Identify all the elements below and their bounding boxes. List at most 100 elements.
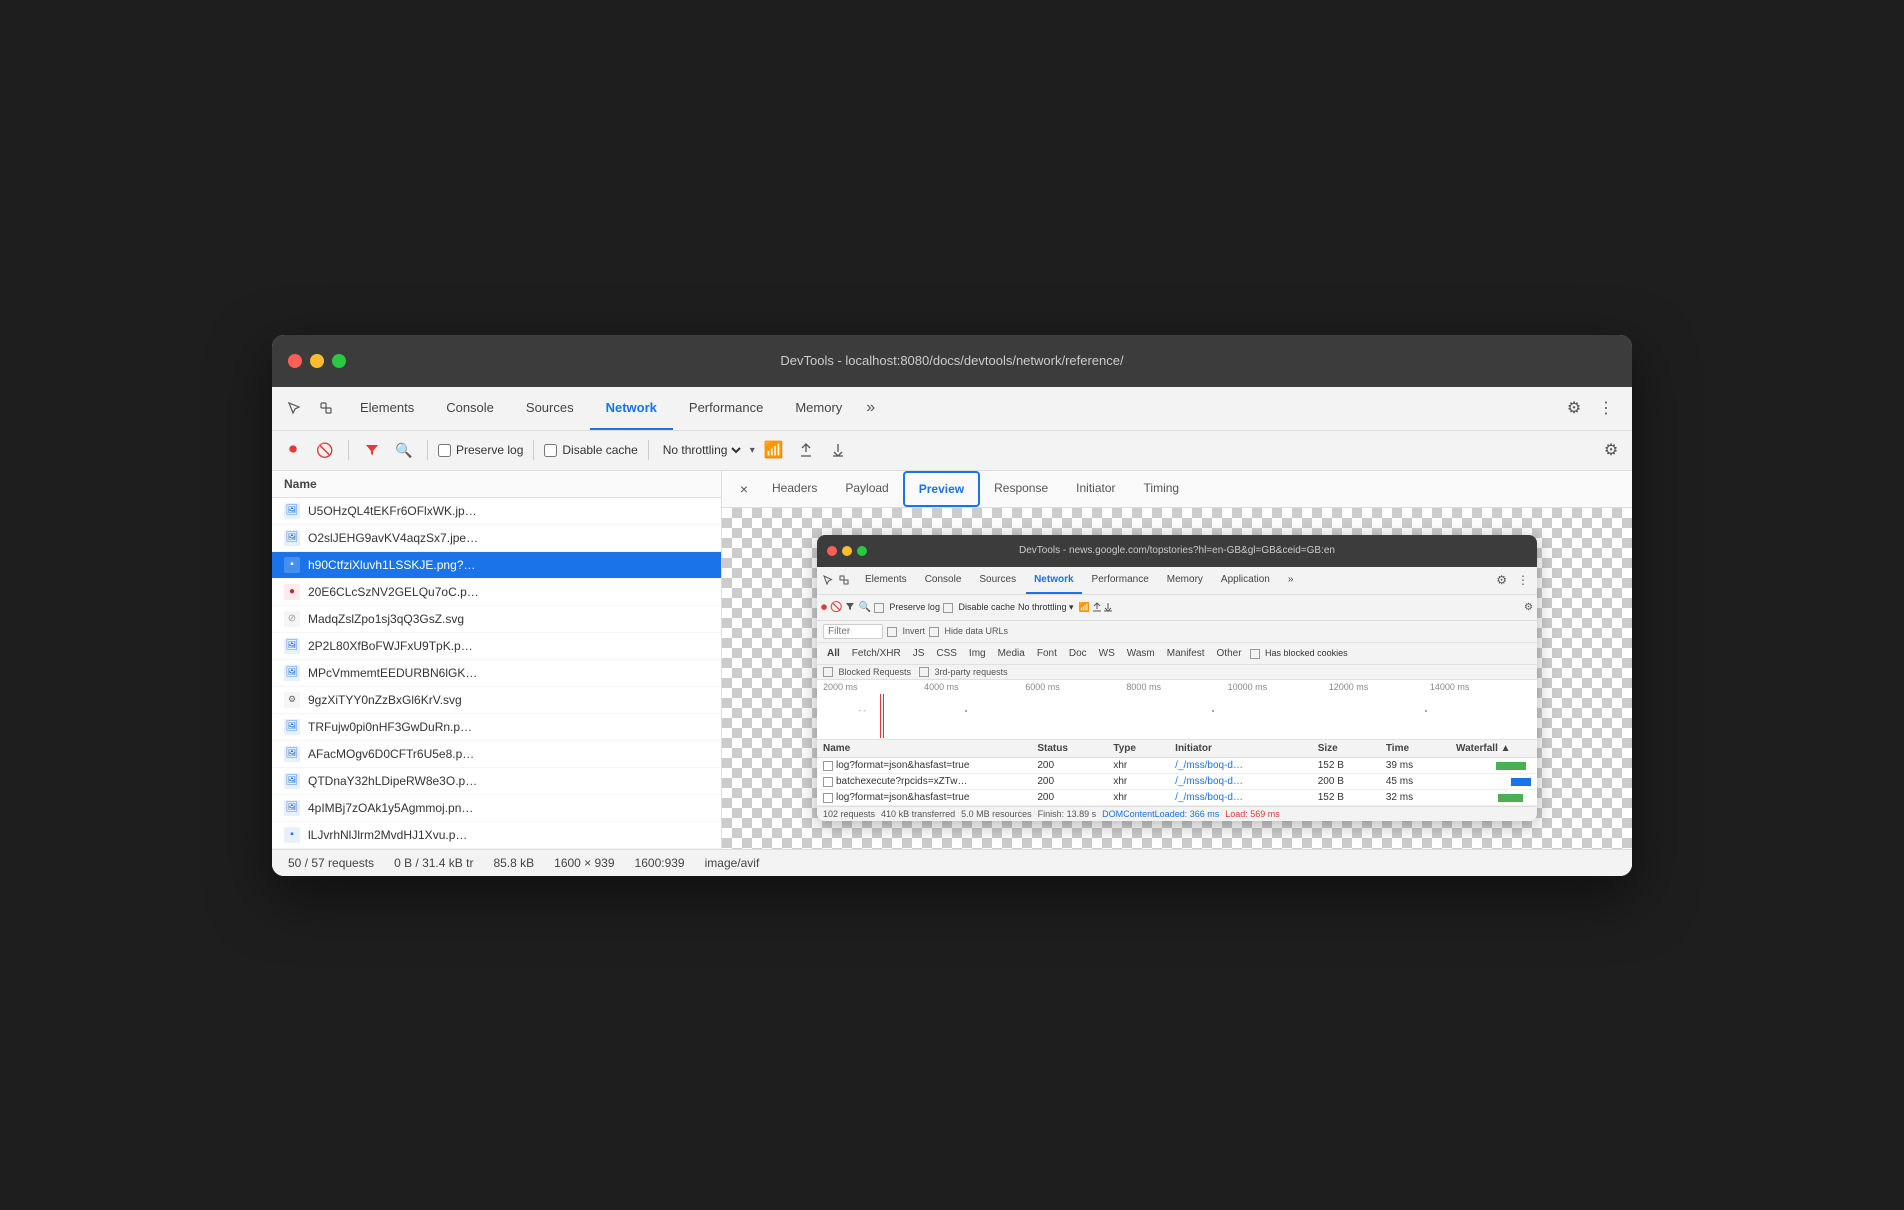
file-type-icon: 🖼 xyxy=(284,719,300,735)
inner-dot-marker xyxy=(965,710,967,712)
tab-preview[interactable]: Preview xyxy=(903,471,980,507)
tab-memory[interactable]: Memory xyxy=(779,386,858,430)
record-button[interactable]: ⏺ xyxy=(280,437,306,463)
toolbar-divider-1 xyxy=(348,440,349,460)
tab-console[interactable]: Console xyxy=(430,386,510,430)
inner-wifi-icon: 📶 xyxy=(1079,602,1090,613)
tab-timing[interactable]: Timing xyxy=(1130,471,1194,507)
inner-close-button xyxy=(827,546,837,556)
throttle-arrow: ▾ xyxy=(750,445,755,456)
preview-close-button[interactable]: × xyxy=(730,471,758,507)
more-options-icon[interactable]: ⋮ xyxy=(1592,394,1620,422)
list-item[interactable]: 🖼 O2slJEHG9avKV4aqzSx7.jpe… xyxy=(272,525,721,552)
search-icon[interactable]: 🔍 xyxy=(391,437,417,463)
list-item-selected[interactable]: ▪ h90CtfziXluvh1LSSKJE.png?… xyxy=(272,552,721,579)
inner-settings-icon: ⚙ xyxy=(1492,573,1511,587)
file-type-icon: ⊘ xyxy=(284,611,300,627)
tab-initiator[interactable]: Initiator xyxy=(1062,471,1129,507)
maximize-button[interactable] xyxy=(332,354,346,368)
inner-traffic-lights xyxy=(827,546,867,556)
inner-throttle-label: No throttling ▾ xyxy=(1018,602,1074,613)
inner-timeline: 2000 ms 4000 ms 6000 ms 8000 ms 10000 ms… xyxy=(817,680,1537,740)
more-tabs-button[interactable]: » xyxy=(858,399,883,417)
list-item[interactable]: 🖼 2P2L80XfBoFWJFxU9TpK.p… xyxy=(272,633,721,660)
inspect-icon[interactable] xyxy=(312,394,340,422)
inner-maximize-button xyxy=(857,546,867,556)
list-item[interactable]: ● 20E6CLcSzNV2GELQu7oC.p… xyxy=(272,579,721,606)
inner-tl-2000: 2000 ms xyxy=(823,682,924,692)
inner-tl-6000: 6000 ms xyxy=(1025,682,1126,692)
list-item[interactable]: ▪ lLJvrhNlJlrm2MvdHJ1Xvu.p… xyxy=(272,822,721,849)
tab-network[interactable]: Network xyxy=(590,386,673,430)
list-item[interactable]: 🖼 TRFujw0pi0nHF3GwDuRn.p… xyxy=(272,714,721,741)
inner-tab-memory: Memory xyxy=(1159,566,1211,594)
inner-type-other: Other xyxy=(1213,645,1246,661)
inner-window-title: DevTools - news.google.com/topstories?hl… xyxy=(1019,545,1335,556)
inner-cursor-icon xyxy=(821,573,835,587)
tab-elements[interactable]: Elements xyxy=(344,386,430,430)
tab-performance[interactable]: Performance xyxy=(673,386,779,430)
preserve-log-input[interactable] xyxy=(438,444,451,457)
settings-icon[interactable]: ⚙ xyxy=(1560,394,1588,422)
inner-dot-marker3 xyxy=(1425,710,1427,712)
clear-button[interactable]: 🚫 xyxy=(312,437,338,463)
list-item[interactable]: 🖼 QTDnaY32hLDipeRW8e3O.p… xyxy=(272,768,721,795)
network-settings-icon[interactable]: ⚙ xyxy=(1598,437,1624,463)
toolbar-divider-3 xyxy=(533,440,534,460)
preview-panel: × Headers Payload Preview Response Initi… xyxy=(722,471,1632,849)
wifi-icon[interactable]: 📶 xyxy=(761,437,787,463)
inner-devtools-screenshot: DevTools - news.google.com/topstories?hl… xyxy=(817,535,1537,822)
preserve-log-checkbox[interactable]: Preserve log xyxy=(438,443,523,457)
file-list-header: Name xyxy=(272,471,721,498)
inner-third-party: 3rd-party requests xyxy=(919,667,1008,678)
filter-icon[interactable] xyxy=(359,437,385,463)
status-type: image/avif xyxy=(705,856,760,870)
disable-cache-checkbox[interactable]: Disable cache xyxy=(544,443,637,457)
throttle-select[interactable]: No throttling Fast 3G Slow 3G Offline xyxy=(659,442,744,458)
inner-type-manifest: Manifest xyxy=(1163,645,1209,661)
list-item[interactable]: ⚙ 9gzXiTYY0nZzBxGl6KrV.svg xyxy=(272,687,721,714)
inner-row-type: xhr xyxy=(1107,774,1169,790)
inner-record-icon: ⏺ xyxy=(821,600,827,615)
inner-type-css: CSS xyxy=(932,645,961,661)
inner-row-type: xhr xyxy=(1107,790,1169,806)
inner-col-size: Size xyxy=(1312,740,1380,758)
tab-payload[interactable]: Payload xyxy=(831,471,902,507)
list-item[interactable]: 🖼 MPcVmmemtEEDURBN6lGK… xyxy=(272,660,721,687)
list-item[interactable]: ⊘ MadqZslZpo1sj3qQ3GsZ.svg xyxy=(272,606,721,633)
inner-col-type: Type xyxy=(1107,740,1169,758)
inner-tab-sources: Sources xyxy=(971,566,1024,594)
close-button[interactable] xyxy=(288,354,302,368)
list-item[interactable]: 🖼 4pIMBj7zOAk1y5Agmmoj.pn… xyxy=(272,795,721,822)
preview-tabs-row: × Headers Payload Preview Response Initi… xyxy=(722,471,1632,508)
window-title: DevTools - localhost:8080/docs/devtools/… xyxy=(780,353,1123,368)
inner-row-status: 200 xyxy=(1031,758,1107,774)
inner-tab-network: Network xyxy=(1026,566,1081,594)
inner-filter-row: Invert Hide data URLs xyxy=(817,621,1537,643)
tab-sources[interactable]: Sources xyxy=(510,386,590,430)
disable-cache-input[interactable] xyxy=(544,444,557,457)
file-name: U5OHzQL4tEKFr6OFlxWK.jp… xyxy=(308,504,709,518)
status-ratio: 1600:939 xyxy=(635,856,685,870)
download-icon[interactable] xyxy=(825,437,851,463)
inner-type-js: JS xyxy=(909,645,929,661)
file-name: 9gzXiTYY0nZzBxGl6KrV.svg xyxy=(308,693,709,707)
toolbar-divider-2 xyxy=(427,440,428,460)
minimize-button[interactable] xyxy=(310,354,324,368)
cursor-icon[interactable] xyxy=(280,394,308,422)
inner-search-icon: 🔍 xyxy=(858,602,870,613)
file-type-icon: 🖼 xyxy=(284,773,300,789)
list-item[interactable]: 🖼 U5OHzQL4tEKFr6OFlxWK.jp… xyxy=(272,498,721,525)
tab-response[interactable]: Response xyxy=(980,471,1062,507)
inner-tl-8000: 8000 ms xyxy=(1126,682,1227,692)
inner-type-all: All xyxy=(823,645,844,661)
list-item[interactable]: 🖼 AFacMOgv6D0CFTr6U5e8.p… xyxy=(272,741,721,768)
upload-icon[interactable] xyxy=(793,437,819,463)
disable-cache-label: Disable cache xyxy=(562,443,637,457)
tab-headers[interactable]: Headers xyxy=(758,471,831,507)
inner-table-row: log?format=json&hasfast=true 200 xhr /_/… xyxy=(817,758,1537,774)
inner-row-type: xhr xyxy=(1107,758,1169,774)
traffic-lights xyxy=(288,354,346,368)
inner-tab-console: Console xyxy=(917,566,970,594)
inner-dom-content: DOMContentLoaded: 366 ms xyxy=(1102,809,1219,819)
